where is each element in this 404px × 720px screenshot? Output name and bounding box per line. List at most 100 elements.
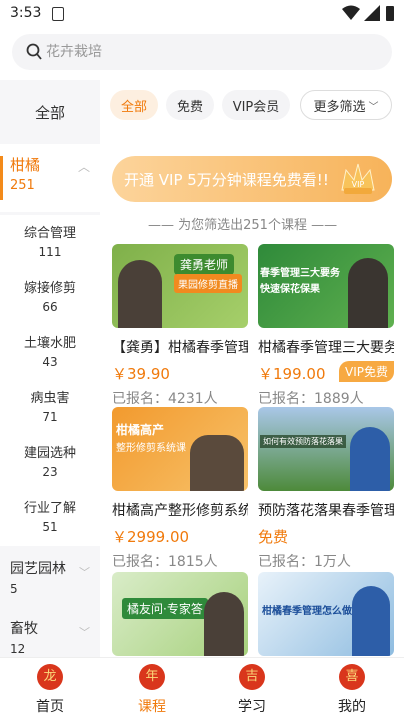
subcategory-label: 行业了解 [23,501,76,516]
profile-icon: 喜 [339,664,365,690]
instructor-photo [204,592,244,656]
thumb-title-line1: 柑橘高产 [116,423,165,437]
home-icon: 龙 [37,664,63,690]
subcategory-count: 111 [38,245,62,259]
tab-courses[interactable]: 年 课程 [122,664,182,716]
crown-badge-text: VIP [352,180,365,189]
course-enrolled: 已报名：1万人 [258,554,351,570]
tab-profile[interactable]: 喜 我的 [322,664,382,716]
tab-label: 我的 [338,699,366,715]
instructor-photo [350,427,390,491]
study-icon: 吉 [239,664,265,690]
filter-more[interactable]: 更多筛选 ﹀ [300,90,392,120]
course-card[interactable]: 龚勇老师 果园修剪直播 【龚勇】柑橘春季管理 ￥39.90 已报名：4231人 [112,244,248,408]
chevron-up-icon: ︿ [77,160,90,174]
subcategory-item[interactable]: 土壤水肥 43 [6,325,94,377]
course-title: 【龚勇】柑橘春季管理 [112,340,248,356]
course-title: 预防落花落果春季管理 [258,503,394,519]
search-bar[interactable] [12,34,392,70]
sidebar-item-count: 5 [10,582,18,596]
subcategory-label: 土壤水肥 [23,336,76,351]
status-bar: 3:53 [0,0,404,28]
subcategory-count: 43 [42,355,58,369]
active-indicator [0,156,3,200]
thumb-title-line1: 橘友问·专家答 [122,598,208,619]
tab-study[interactable]: 吉 学习 [222,664,282,716]
course-thumbnail: 春季管理三大要务 快速保花保果 [258,244,394,328]
chevron-down-icon: ﹀ [79,566,90,579]
subcategory-item[interactable]: 建园选种 23 [6,435,94,487]
filter-free[interactable]: 免费 [166,90,214,120]
course-thumbnail: 如何有效预防落花落果 [258,407,394,491]
search-input[interactable] [46,34,376,70]
thumb-title-line1: 春季管理三大要务 [260,268,340,279]
subcategory-label: 综合管理 [23,226,76,241]
course-price: 免费 [258,528,289,546]
sidebar-item-label: 畜牧 [10,621,38,637]
course-thumbnail: 柑橘高产 整形修剪系统课 [112,407,248,491]
subcategory-item[interactable]: 综合管理 111 [6,215,94,267]
subcategory-count: 66 [42,300,58,314]
sidebar-item-citrus[interactable]: 柑橘 251 ︿ [0,144,100,212]
course-enrolled: 已报名：1815人 [112,554,218,570]
status-time: 3:53 [10,5,42,21]
filter-bar: 全部 免费 VIP会员 更多筛选 ﹀ [110,90,400,122]
course-thumbnail: 龚勇老师 果园修剪直播 [112,244,248,328]
sidebar-item-count: 12 [10,642,26,656]
subcategory-label: 嫁接修剪 [23,281,76,296]
tab-label: 学习 [238,699,266,715]
tab-label: 首页 [36,699,64,715]
subcategory-label: 建园选种 [23,446,76,461]
subcategory-list: 综合管理 111 嫁接修剪 66 土壤水肥 43 病虫害 71 建园选种 23 行业了解 5… [0,215,100,546]
notification-icon [52,7,64,21]
vip-free-badge: VIP免费 [339,361,394,382]
course-title: 柑橘高产整形修剪系统课 [112,503,248,519]
course-price: ￥2999.00 [112,528,190,546]
courses-icon: 年 [139,664,165,690]
bottom-tab-bar: 龙 首页 年 课程 吉 学习 喜 我的 [0,657,404,720]
subcategory-count: 71 [42,410,58,424]
subcategory-item[interactable]: 嫁接修剪 66 [6,270,94,322]
sidebar-item-horticulture[interactable]: 园艺园林 5 ﹀ [0,546,100,606]
course-card[interactable]: 柑橘春季管理怎么做? [258,572,394,656]
subcategory-count: 51 [42,520,58,534]
crown-icon: VIP [341,163,375,194]
course-enrolled: 已报名：4231人 [112,391,218,407]
course-price: ￥39.90 [112,365,170,383]
thumb-title-line1: 如何有效预防落花落果 [260,435,346,448]
thumb-title-line1: 龚勇老师 [174,254,235,275]
instructor-photo [348,258,388,328]
chevron-down-icon: ﹀ [368,101,379,113]
sidebar-item-label: 园艺园林 [10,561,66,577]
tab-home[interactable]: 龙 首页 [20,664,80,716]
category-sidebar: 全部 柑橘 251 ︿ 综合管理 111 嫁接修剪 66 土壤水肥 43 病虫害 71 … [0,80,100,657]
course-card[interactable]: 如何有效预防落花落果 预防落花落果春季管理 免费 已报名：1万人 [258,407,394,571]
instructor-photo [190,435,244,491]
sidebar-item-livestock[interactable]: 畜牧 12 ﹀ [0,606,100,657]
subcategory-item[interactable]: 行业了解 51 [6,490,94,542]
course-card[interactable]: 柑橘高产 整形修剪系统课 柑橘高产整形修剪系统课 ￥2999.00 已报名：18… [112,407,248,571]
filter-all[interactable]: 全部 [110,90,158,120]
sidebar-item-count: 251 [10,178,35,193]
course-card[interactable]: 橘友问·专家答 [112,572,248,656]
battery-icon [386,6,394,21]
chevron-down-icon: ﹀ [79,626,90,639]
filter-vip[interactable]: VIP会员 [222,90,290,120]
thumb-title-line2: 快速保花保果 [260,284,320,295]
subcategory-label: 病虫害 [30,391,70,406]
wifi-icon [342,5,360,20]
sidebar-item-all[interactable]: 全部 [0,80,100,144]
course-thumbnail: 柑橘春季管理怎么做? [258,572,394,656]
subcategory-item[interactable]: 病虫害 71 [6,380,94,432]
subcategory-count: 23 [42,465,58,479]
vip-banner[interactable]: 开通 VIP 5万分钟课程免费看!! VIP [112,156,392,202]
instructor-photo [118,260,162,328]
course-title: 柑橘春季管理三大要务 [258,340,394,356]
search-icon [26,43,42,60]
course-card[interactable]: 春季管理三大要务 快速保花保果 柑橘春季管理三大要务 ￥199.00 VIP免费 … [258,244,394,408]
result-count-text: —— 为您筛选出251个课程 —— [148,218,338,233]
vip-banner-text: 开通 VIP 5万分钟课程免费看!! [124,171,329,189]
instructor-photo [352,586,390,656]
course-thumbnail: 橘友问·专家答 [112,572,248,656]
filter-more-label: 更多筛选 [313,99,366,115]
